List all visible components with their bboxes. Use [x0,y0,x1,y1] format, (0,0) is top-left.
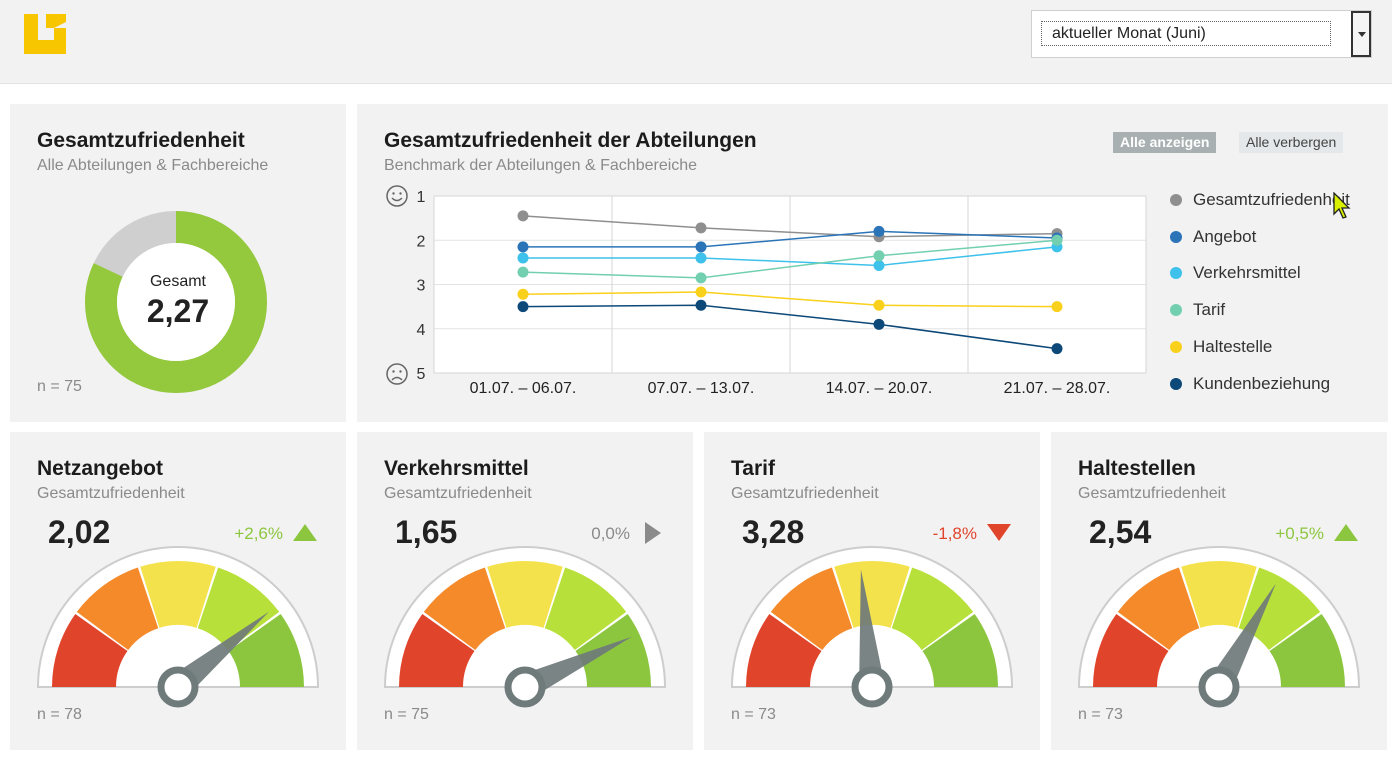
data-point[interactable] [873,225,885,237]
card-subtitle: Gesamtzufriedenheit [37,485,185,502]
legend-dot [1170,340,1182,353]
y-tick-label: 3 [417,278,426,295]
gauge-card: Haltestellen Gesamtzufriedenheit 2,54 +0,5%… [1051,432,1387,750]
gauge-card: Verkehrsmittel Gesamtzufriedenheit 1,65 0,0… [357,432,693,750]
legend-dot [1170,267,1182,280]
chevron-down-icon[interactable] [1351,11,1371,57]
gauge-change: -1,8% [932,524,977,543]
gauge-hub [157,666,199,708]
sample-size: n = 78 [37,706,82,723]
data-point[interactable] [517,210,529,222]
mouse-cursor-icon [1333,192,1351,219]
hide-all-button[interactable]: Alle verbergen [1239,132,1344,153]
legend-dot [1170,230,1182,243]
data-point[interactable] [1051,234,1063,246]
y-tick-label: 4 [417,322,426,339]
sample-size: n = 73 [731,706,776,723]
card-subtitle: Gesamtzufriedenheit [384,485,532,502]
y-tick-label: 5 [417,366,426,383]
sample-size: n = 73 [1078,706,1123,723]
top-bar: aktueller Monat (Juni) [0,0,1392,84]
card-title: Haltestellen [1078,457,1196,480]
data-point[interactable] [517,252,529,264]
donut-center-value: 2,27 [147,293,209,329]
legend-dot [1170,377,1182,390]
donut-center-label: Gesamt [150,273,207,290]
legend-label: Gesamtzufriedenheit [1193,190,1350,209]
data-point[interactable] [695,241,707,253]
x-tick-label: 21.07. – 28.07. [1004,380,1111,397]
data-point[interactable] [1051,301,1063,313]
gauge-change: +0,5% [1275,524,1324,543]
legend-label: Angebot [1193,226,1257,246]
card-title: Tarif [731,457,775,480]
happy-face-icon [386,185,408,207]
legend-label: Verkehrsmittel [1193,263,1301,283]
gauge-change: 0,0% [591,524,630,543]
gauge-hub [504,666,546,708]
legend-label: Kundenbeziehung [1193,373,1331,393]
data-point[interactable] [873,299,885,311]
data-point[interactable] [695,252,707,264]
x-tick-label: 01.07. – 06.07. [470,380,577,397]
data-point[interactable] [873,318,885,330]
gauge-dial [36,546,320,708]
data-point[interactable] [695,272,707,284]
x-tick-label: 07.07. – 13.07. [648,380,755,397]
legend-label: Tarif [1193,300,1226,320]
data-point[interactable] [873,250,885,262]
line-chart: 1 2 3 4 5 01.07. – 06.07. 07.07. – 13.07. 14.07… [386,185,1147,397]
data-point[interactable] [1051,343,1063,355]
y-tick-label: 2 [417,233,426,250]
departments-card: Gesamtzufriedenheit der Abteilungen Benc… [357,104,1388,422]
card-title: Verkehrsmittel [384,457,529,480]
card-title: Gesamtzufriedenheit [37,129,245,152]
overall-card: Gesamtzufriedenheit Alle Abteilungen & F… [10,104,346,422]
gauge-dial [383,546,667,708]
legend-label: Haltestelle [1193,336,1273,356]
gauge-card: Netzangebot Gesamtzufriedenheit 2,02 +2,6% n… [10,432,346,750]
data-point[interactable] [517,288,529,300]
data-point[interactable] [695,299,707,311]
data-point[interactable] [695,286,707,298]
data-point[interactable] [517,266,529,278]
data-point[interactable] [517,241,529,253]
gauge-hub [1198,666,1240,708]
overall-donut: Gesamt 2,27 [85,211,267,393]
card-subtitle: Gesamtzufriedenheit [1078,485,1226,502]
gauge-hub [851,666,893,708]
card-subtitle: Alle Abteilungen & Fachbereiche [37,157,269,174]
data-point[interactable] [873,259,885,271]
x-tick-label: 14.07. – 20.07. [826,380,933,397]
data-point[interactable] [695,222,707,234]
y-tick-label: 1 [417,189,426,206]
card-subtitle: Gesamtzufriedenheit [731,485,879,502]
sample-size: n = 75 [384,706,429,723]
period-select[interactable]: aktueller Monat (Juni) [1031,10,1372,58]
period-select-value: aktueller Monat (Juni) [1041,21,1331,46]
data-point[interactable] [517,301,529,313]
card-title: Netzangebot [37,457,163,480]
legend-dot [1170,304,1182,317]
sample-size: n = 75 [37,378,82,395]
sad-face-icon [386,363,408,385]
gauge-dial [1077,546,1361,708]
gauge-change: +2,6% [234,524,283,543]
gauge-card: Tarif Gesamtzufriedenheit 3,28 -1,8% n = 73 [704,432,1040,750]
brand-logo-icon[interactable] [24,14,66,54]
gauge-dial [730,546,1014,708]
legend-dot [1170,194,1182,206]
